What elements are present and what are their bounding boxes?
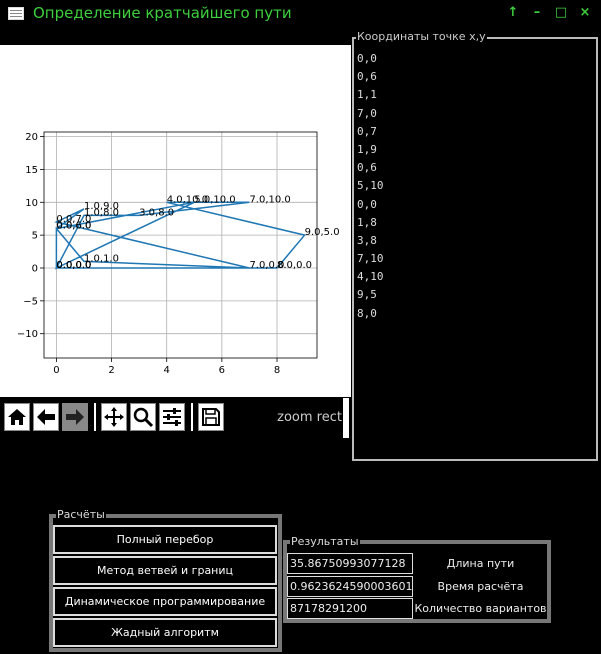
- zoom-button[interactable]: [130, 403, 156, 431]
- coordinate-item[interactable]: 9,5: [357, 286, 384, 304]
- plot-canvas[interactable]: 0 2 4 6 8 20 15 10 5 0 −5 −10 0.0,0.0 0.0,6.0 1.0,1.0 7…: [0, 45, 351, 397]
- point-label: 8.0,0.0: [277, 260, 312, 271]
- home-icon: [8, 409, 26, 425]
- toolbar-separator: [191, 403, 193, 431]
- configure-subplots-button[interactable]: [159, 403, 185, 431]
- point-label: 4.0,10.0: [167, 194, 208, 205]
- point-label: 7.0,10.0: [249, 194, 290, 205]
- y-tick-label: 10: [25, 198, 38, 209]
- y-tick-label: 5: [32, 231, 38, 242]
- toolbar-message: zoom rect: [277, 410, 342, 425]
- coordinate-item[interactable]: 0,6: [357, 159, 384, 177]
- point-label: 9.0,5.0: [305, 227, 340, 238]
- close-icon[interactable]: ×: [577, 5, 593, 21]
- app-icon: [8, 7, 24, 20]
- y-tick-label: −10: [17, 329, 38, 340]
- coordinate-item[interactable]: 1,8: [357, 214, 384, 232]
- path-length-label: Длина пути: [446, 557, 515, 570]
- x-tick-label: 6: [219, 365, 225, 376]
- point-label: 0.0,0.0: [56, 260, 91, 271]
- y-tick-label: −5: [23, 296, 38, 307]
- coordinate-item[interactable]: 3,8: [357, 232, 384, 250]
- point-label: 1.0,8.0: [84, 207, 119, 218]
- home-button[interactable]: [4, 403, 30, 431]
- back-button[interactable]: [33, 403, 59, 431]
- coordinate-item[interactable]: 8,0: [357, 305, 384, 323]
- variants-count-value: 87178291200: [287, 598, 413, 619]
- coordinate-item[interactable]: 1,1: [357, 86, 384, 104]
- point-label: 0.0,6.0: [56, 221, 91, 232]
- toolbar-message-cursor: [343, 398, 349, 438]
- coordinates-panel: [352, 37, 598, 461]
- y-tick-label: 15: [25, 165, 38, 176]
- forward-button[interactable]: [62, 403, 88, 431]
- coordinate-item[interactable]: 0,0: [357, 196, 384, 214]
- coordinates-panel-title: Координаты точке x,y: [356, 30, 487, 43]
- calc-time-label: Время расчёта: [437, 580, 524, 593]
- zoom-icon: [133, 407, 154, 428]
- calculations-panel-title: Расчёты: [56, 508, 106, 521]
- greedy-algorithm-button[interactable]: Жадный алгоритм: [53, 618, 277, 647]
- coordinate-item[interactable]: 0,7: [357, 123, 384, 141]
- path-chart: 0 2 4 6 820151050−5−100.0,0.00.0,6.01.0,1.07…: [17, 131, 340, 376]
- pin-icon[interactable]: ↑: [505, 5, 521, 21]
- window-title: Определение кратчайшего пути: [33, 4, 292, 22]
- coordinate-item[interactable]: 7,10: [357, 250, 384, 268]
- back-icon: [37, 409, 55, 425]
- x-tick-label: 0: [53, 365, 59, 376]
- maximize-icon[interactable]: □: [553, 5, 569, 21]
- y-tick-label: 0: [32, 263, 38, 274]
- coordinate-item[interactable]: 0,6: [357, 68, 384, 86]
- path-length-value: 35.86750993077128: [287, 553, 413, 574]
- coordinate-item[interactable]: 0,0: [357, 50, 384, 68]
- configure-subplots-icon: [163, 408, 181, 426]
- minimize-icon[interactable]: –: [529, 5, 545, 21]
- results-panel-title: Результаты: [290, 535, 360, 548]
- y-tick-label: 20: [25, 132, 38, 143]
- coordinate-item[interactable]: 7,0: [357, 105, 384, 123]
- pan-button[interactable]: [101, 403, 127, 431]
- coordinates-list[interactable]: 0,0 0,6 1,1 7,0 0,7 1,9 0,6 5,10 0,0 1,8 3,8 7,10 4,…: [357, 50, 384, 323]
- title-bar: Определение кратчайшего пути ↑ – □ ×: [0, 0, 601, 28]
- coordinate-item[interactable]: 4,10: [357, 268, 384, 286]
- variants-count-label: Количество вариантов: [414, 602, 547, 615]
- x-tick-label: 8: [274, 365, 280, 376]
- plot-frame: [43, 131, 318, 359]
- coordinate-item[interactable]: 5,10: [357, 177, 384, 195]
- pan-icon: [104, 407, 124, 427]
- toolbar-separator: [94, 403, 96, 431]
- x-tick-label: 4: [164, 365, 170, 376]
- forward-icon: [66, 409, 84, 425]
- save-button[interactable]: [198, 403, 224, 431]
- dynamic-programming-button[interactable]: Динамическое программирование: [53, 587, 277, 616]
- save-icon: [202, 408, 220, 426]
- point-label: 3.0,8.0: [139, 207, 174, 218]
- calc-time-value: 0.9623624590003601: [287, 576, 413, 597]
- brute-force-button[interactable]: Полный перебор: [53, 525, 277, 554]
- x-tick-label: 2: [108, 365, 114, 376]
- coordinate-item[interactable]: 1,9: [357, 141, 384, 159]
- branch-and-bound-button[interactable]: Метод ветвей и границ: [53, 556, 277, 585]
